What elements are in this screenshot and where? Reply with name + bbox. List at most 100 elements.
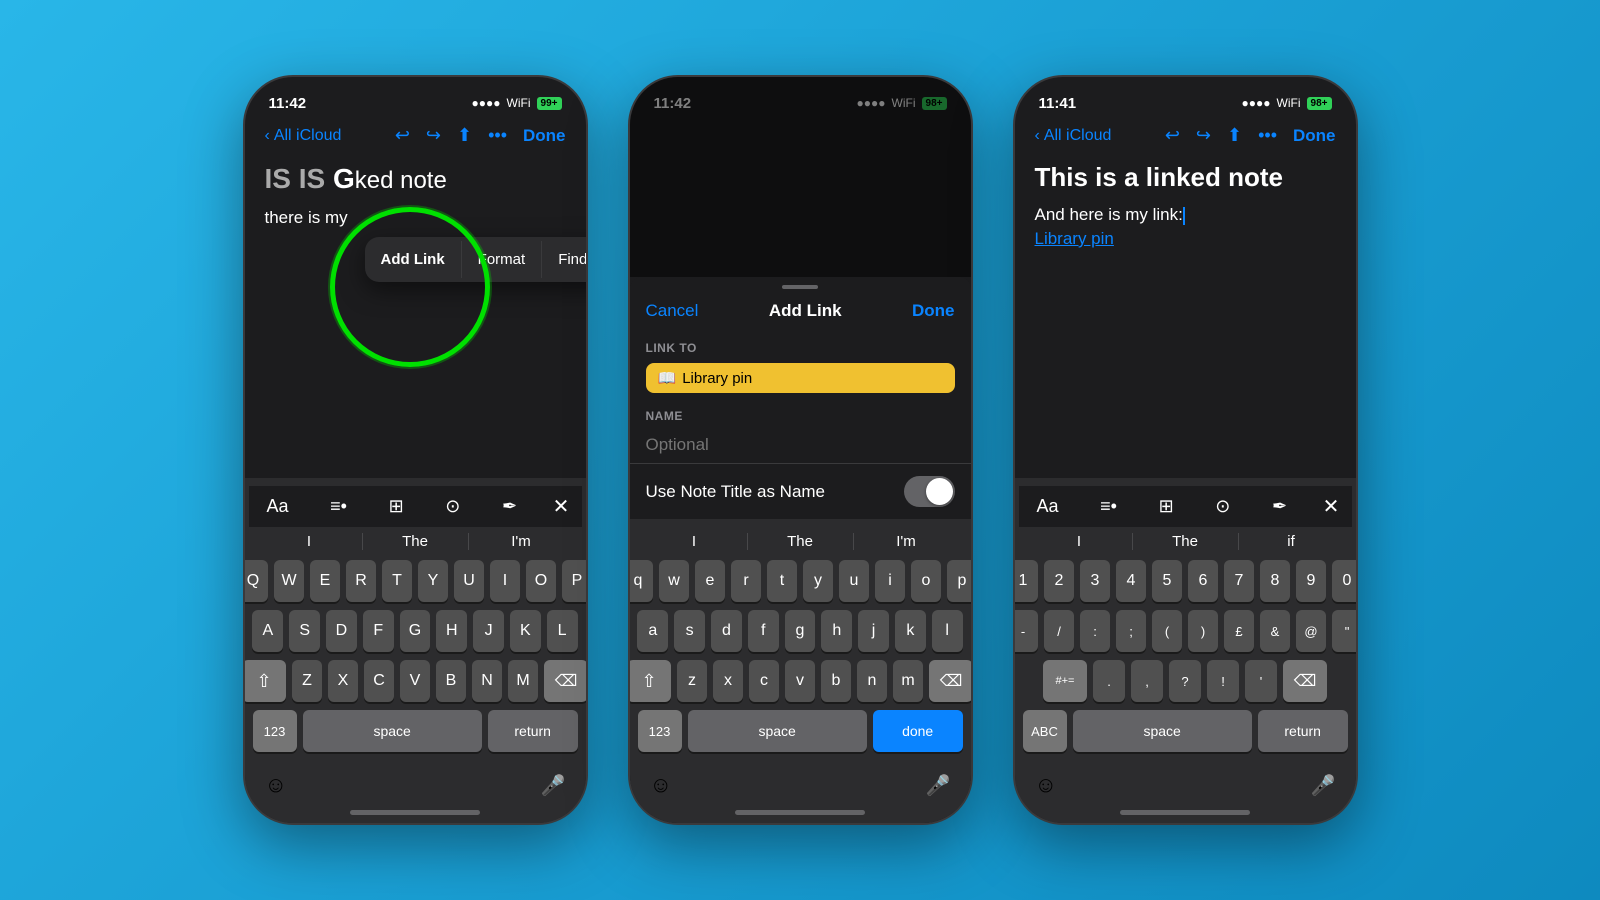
key-o-m[interactable]: o xyxy=(911,560,941,602)
key-z[interactable]: Z xyxy=(292,660,322,702)
key-shift[interactable]: ⇧ xyxy=(243,660,287,702)
key-d[interactable]: D xyxy=(326,610,357,652)
key-p[interactable]: P xyxy=(562,560,588,602)
share-icon-right[interactable]: ⬆ xyxy=(1227,125,1242,146)
kb-tool-aa[interactable]: Aa xyxy=(261,492,295,521)
redo-icon-left[interactable]: ↪ xyxy=(426,125,441,146)
key-3-r[interactable]: 3 xyxy=(1080,560,1110,602)
nav-back-left[interactable]: ‹ All iCloud xyxy=(265,127,342,145)
share-icon-left[interactable]: ⬆ xyxy=(457,125,472,146)
key-slash-r[interactable]: / xyxy=(1044,610,1074,652)
kb-tool-table[interactable]: ⊞ xyxy=(383,492,410,521)
kb-suggest-the-r[interactable]: The xyxy=(1133,533,1239,550)
kb-suggest-the-m[interactable]: The xyxy=(748,533,854,550)
context-find-selection[interactable]: Find Selection xyxy=(542,241,587,278)
key-a-m[interactable]: a xyxy=(637,610,668,652)
redo-icon-right[interactable]: ↪ xyxy=(1196,125,1211,146)
key-i-m[interactable]: i xyxy=(875,560,905,602)
key-j-m[interactable]: j xyxy=(858,610,889,652)
key-space-r[interactable]: space xyxy=(1073,710,1252,752)
key-p-m[interactable]: p xyxy=(947,560,973,602)
key-8-r[interactable]: 8 xyxy=(1260,560,1290,602)
key-d-m[interactable]: d xyxy=(711,610,742,652)
mic-btn-right[interactable]: 🎤 xyxy=(1311,773,1336,798)
undo-icon-left[interactable]: ↩ xyxy=(395,125,410,146)
kb-close-btn[interactable]: ✕ xyxy=(553,494,570,519)
key-apos-r[interactable]: ' xyxy=(1245,660,1277,702)
key-w[interactable]: W xyxy=(274,560,304,602)
undo-icon-right[interactable]: ↩ xyxy=(1165,125,1180,146)
key-abc-r[interactable]: ABC xyxy=(1023,710,1067,752)
kb-suggest-i[interactable]: I xyxy=(257,533,363,550)
key-hasheq-r[interactable]: #+= xyxy=(1043,660,1087,702)
key-m-m[interactable]: m xyxy=(893,660,923,702)
key-v-m[interactable]: v xyxy=(785,660,815,702)
key-c-m[interactable]: c xyxy=(749,660,779,702)
modal-cancel-btn[interactable]: Cancel xyxy=(646,301,699,321)
key-done-m[interactable]: done xyxy=(873,710,963,752)
kb-tool-list[interactable]: ≡• xyxy=(324,492,353,521)
key-return[interactable]: return xyxy=(488,710,578,752)
key-123-m[interactable]: 123 xyxy=(638,710,682,752)
key-c[interactable]: C xyxy=(364,660,394,702)
kb-tool-pen[interactable]: ✒ xyxy=(496,492,523,521)
emoji-btn-left[interactable]: ☺ xyxy=(265,772,287,798)
key-lparen-r[interactable]: ( xyxy=(1152,610,1182,652)
key-j[interactable]: J xyxy=(473,610,504,652)
key-quote-r[interactable]: " xyxy=(1332,610,1358,652)
kb-tool-camera-r[interactable]: ⊙ xyxy=(1209,492,1236,521)
key-dash-r[interactable]: - xyxy=(1013,610,1039,652)
kb-tool-list-r[interactable]: ≡• xyxy=(1094,492,1123,521)
key-5-r[interactable]: 5 xyxy=(1152,560,1182,602)
key-space-m[interactable]: space xyxy=(688,710,867,752)
key-pound-r[interactable]: £ xyxy=(1224,610,1254,652)
key-h-m[interactable]: h xyxy=(821,610,852,652)
modal-done-btn[interactable]: Done xyxy=(912,301,955,321)
key-f-m[interactable]: f xyxy=(748,610,779,652)
kb-suggest-i-r[interactable]: I xyxy=(1027,533,1133,550)
key-space[interactable]: space xyxy=(303,710,482,752)
nav-back-right[interactable]: ‹ All iCloud xyxy=(1035,127,1112,145)
key-v[interactable]: V xyxy=(400,660,430,702)
kb-tool-table-r[interactable]: ⊞ xyxy=(1153,492,1180,521)
key-m[interactable]: M xyxy=(508,660,538,702)
key-e[interactable]: E xyxy=(310,560,340,602)
key-n[interactable]: N xyxy=(472,660,502,702)
kb-suggest-im[interactable]: I'm xyxy=(469,533,574,550)
key-0-r[interactable]: 0 xyxy=(1332,560,1358,602)
key-y[interactable]: Y xyxy=(418,560,448,602)
key-dot-r[interactable]: . xyxy=(1093,660,1125,702)
emoji-btn-right[interactable]: ☺ xyxy=(1035,772,1057,798)
key-q[interactable]: Q xyxy=(243,560,269,602)
key-t-m[interactable]: t xyxy=(767,560,797,602)
key-y-m[interactable]: y xyxy=(803,560,833,602)
key-a[interactable]: A xyxy=(252,610,283,652)
kb-suggest-im-m[interactable]: I'm xyxy=(854,533,959,550)
name-input[interactable] xyxy=(646,435,955,455)
emoji-btn-middle[interactable]: ☺ xyxy=(650,772,672,798)
key-7-r[interactable]: 7 xyxy=(1224,560,1254,602)
key-s[interactable]: S xyxy=(289,610,320,652)
done-btn-left[interactable]: Done xyxy=(523,126,566,146)
mic-btn-middle[interactable]: 🎤 xyxy=(926,773,951,798)
key-e-m[interactable]: e xyxy=(695,560,725,602)
toggle-switch[interactable] xyxy=(904,476,955,507)
more-icon-right[interactable]: ••• xyxy=(1258,125,1277,146)
key-k[interactable]: K xyxy=(510,610,541,652)
key-z-m[interactable]: z xyxy=(677,660,707,702)
key-q-m[interactable]: q xyxy=(628,560,654,602)
more-icon-left[interactable]: ••• xyxy=(488,125,507,146)
link-chip[interactable]: 📖 Library pin xyxy=(646,363,955,393)
key-delete[interactable]: ⌫ xyxy=(544,660,588,702)
kb-tool-pen-r[interactable]: ✒ xyxy=(1266,492,1293,521)
key-delete-m[interactable]: ⌫ xyxy=(929,660,973,702)
key-g[interactable]: G xyxy=(400,610,431,652)
key-amp-r[interactable]: & xyxy=(1260,610,1290,652)
key-question-r[interactable]: ? xyxy=(1169,660,1201,702)
key-4-r[interactable]: 4 xyxy=(1116,560,1146,602)
key-h[interactable]: H xyxy=(436,610,467,652)
key-u-m[interactable]: u xyxy=(839,560,869,602)
kb-tool-camera[interactable]: ⊙ xyxy=(439,492,466,521)
key-comma-r[interactable]: , xyxy=(1131,660,1163,702)
key-l-m[interactable]: l xyxy=(932,610,963,652)
